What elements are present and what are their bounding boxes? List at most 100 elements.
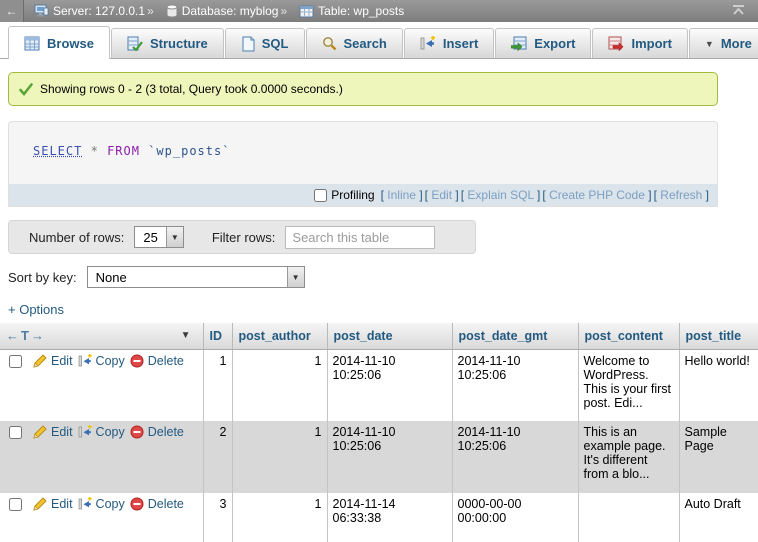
query-link-explain-sql: [ Explain SQL ] (461, 188, 541, 202)
cell-post-author: 1 (232, 349, 327, 421)
sql-keyword-from: FROM (107, 144, 140, 158)
chevron-down-icon: ▼ (292, 273, 300, 282)
row-select-checkbox[interactable] (9, 426, 22, 439)
chevron-down-icon: ▼ (171, 233, 179, 242)
select-dropdown-button[interactable]: ▼ (166, 227, 183, 247)
column-header-post-date-gmt[interactable]: post_date_gmt (452, 323, 578, 349)
cell-id: 2 (203, 421, 232, 493)
sort-by-key-select[interactable]: None ▼ (87, 266, 305, 288)
table-row: Edit Copy Delete 2 1 2014-11-10 10:25:06… (0, 421, 758, 493)
query-link-edit: [ Edit ] (425, 188, 459, 202)
cell-post-title: Auto Draft (679, 493, 758, 542)
tab-label: Structure (150, 36, 208, 51)
chevron-down-icon: ▼ (705, 39, 714, 49)
sql-query-box: SELECT * FROM `wp_posts` Profiling [ Inl… (8, 121, 718, 207)
copy-row-link[interactable]: Copy (78, 425, 125, 439)
cell-post-date: 2014-11-10 10:25:06 (327, 349, 452, 421)
breadcrumb-server[interactable]: Server: 127.0.0.1 (53, 4, 145, 18)
cell-post-date: 2014-11-14 06:33:38 (327, 493, 452, 542)
query-link-inline: [ Inline ] (381, 188, 423, 202)
tab-label: Browse (47, 36, 94, 51)
tab-export[interactable]: Export (495, 28, 591, 58)
select-dropdown-button[interactable]: ▼ (287, 267, 304, 287)
tab-browse[interactable]: Browse (8, 26, 110, 59)
filter-rows-input[interactable] (285, 226, 435, 249)
tab-label: Export (534, 36, 575, 51)
copy-row-link[interactable]: Copy (78, 497, 125, 511)
breadcrumb-database[interactable]: Database: myblog (182, 4, 279, 18)
cell-post-author: 1 (232, 493, 327, 542)
table-header-row: ← T → ▼ ID post_author post_date post_da… (0, 323, 758, 349)
tab-insert[interactable]: Insert (404, 28, 494, 58)
move-right-icon[interactable]: → (31, 328, 44, 343)
column-toggle-icon[interactable]: T (21, 328, 29, 343)
delete-row-link[interactable]: Delete (130, 497, 184, 511)
insert-icon (420, 36, 436, 51)
column-header-post-author[interactable]: post_author (232, 323, 327, 349)
edit-row-link[interactable]: Edit (33, 354, 73, 368)
row-actions-cell: Edit Copy Delete (0, 349, 203, 421)
query-link-create-php: [ Create PHP Code ] (542, 188, 651, 202)
delete-row-link[interactable]: Delete (130, 425, 184, 439)
breadcrumb-separator: » (280, 4, 287, 18)
column-header-post-date[interactable]: post_date (327, 323, 452, 349)
sql-query-text: SELECT * FROM `wp_posts` (9, 122, 717, 184)
sort-by-key-value: None (88, 267, 287, 287)
row-select-checkbox[interactable] (9, 498, 22, 511)
import-icon (608, 36, 624, 51)
search-icon (322, 36, 337, 51)
header-actions-cell: ← T → ▼ (0, 323, 203, 349)
export-icon (511, 36, 527, 51)
edit-row-link[interactable]: Edit (33, 425, 73, 439)
row-actions-cell: Edit Copy Delete (0, 493, 203, 542)
cell-post-date-gmt: 0000-00-00 00:00:00 (452, 493, 578, 542)
column-header-post-title[interactable]: post_title (679, 323, 758, 349)
number-of-rows-select[interactable]: 25 ▼ (134, 226, 183, 248)
profiling-checkbox[interactable] (314, 189, 327, 202)
tab-import[interactable]: Import (592, 28, 687, 58)
table-row: Edit Copy Delete 3 1 2014-11-14 06:33:38… (0, 493, 758, 542)
status-message: Showing rows 0 - 2 (3 total, Query took … (8, 72, 718, 106)
tab-search[interactable]: Search (306, 28, 403, 58)
column-header-post-content[interactable]: post_content (578, 323, 679, 349)
copy-icon (78, 497, 92, 511)
tab-sql[interactable]: SQL (225, 28, 305, 58)
number-of-rows-label: Number of rows: (29, 230, 124, 245)
tab-label: SQL (262, 36, 289, 51)
breadcrumb-separator: » (147, 4, 154, 18)
row-actions-cell: Edit Copy Delete (0, 421, 203, 493)
tab-structure[interactable]: Structure (111, 28, 224, 58)
edit-row-link[interactable]: Edit (33, 497, 73, 511)
delete-icon (130, 354, 144, 368)
delete-icon (130, 497, 144, 511)
cell-post-date-gmt: 2014-11-10 10:25:06 (452, 349, 578, 421)
query-link-refresh: [ Refresh ] (654, 188, 709, 202)
options-toggle-link[interactable]: + Options (8, 302, 64, 317)
copy-row-link[interactable]: Copy (78, 354, 125, 368)
row-select-checkbox[interactable] (9, 355, 22, 368)
sql-star: * (91, 144, 99, 158)
cell-id: 3 (203, 493, 232, 542)
table-row: Edit Copy Delete 1 1 2014-11-10 10:25:06… (0, 349, 758, 421)
move-left-icon[interactable]: ← (6, 328, 19, 343)
row-controls-bar: Number of rows: 25 ▼ Filter rows: (8, 220, 476, 254)
delete-row-link[interactable]: Delete (130, 354, 184, 368)
profiling-label: Profiling (314, 188, 374, 202)
pencil-icon (33, 354, 47, 368)
cell-post-content: This is an example page. It's different … (578, 421, 679, 493)
sort-indicator-icon[interactable]: ▼ (181, 330, 191, 341)
query-toolbar: Profiling [ Inline ] [ Edit ] [ Explain … (9, 184, 717, 206)
breadcrumb-table[interactable]: Table: wp_posts (318, 4, 404, 18)
sql-keyword-select[interactable]: SELECT (33, 144, 82, 158)
tab-bar: Browse Structure SQL Search Insert Expor… (0, 22, 758, 59)
cell-post-content (578, 493, 679, 542)
cell-post-title: Hello world! (679, 349, 758, 421)
tab-more[interactable]: ▼ More (689, 28, 758, 58)
copy-icon (78, 425, 92, 439)
nav-back-button[interactable]: ← (0, 0, 24, 22)
breadcrumb-bar: ← Server: 127.0.0.1 » Database: myblog »… (0, 0, 758, 22)
column-header-id[interactable]: ID (203, 323, 232, 349)
left-arrow-icon: ← (6, 4, 18, 18)
cell-post-title: Sample Page (679, 421, 758, 493)
collapse-icon[interactable] (731, 4, 746, 19)
